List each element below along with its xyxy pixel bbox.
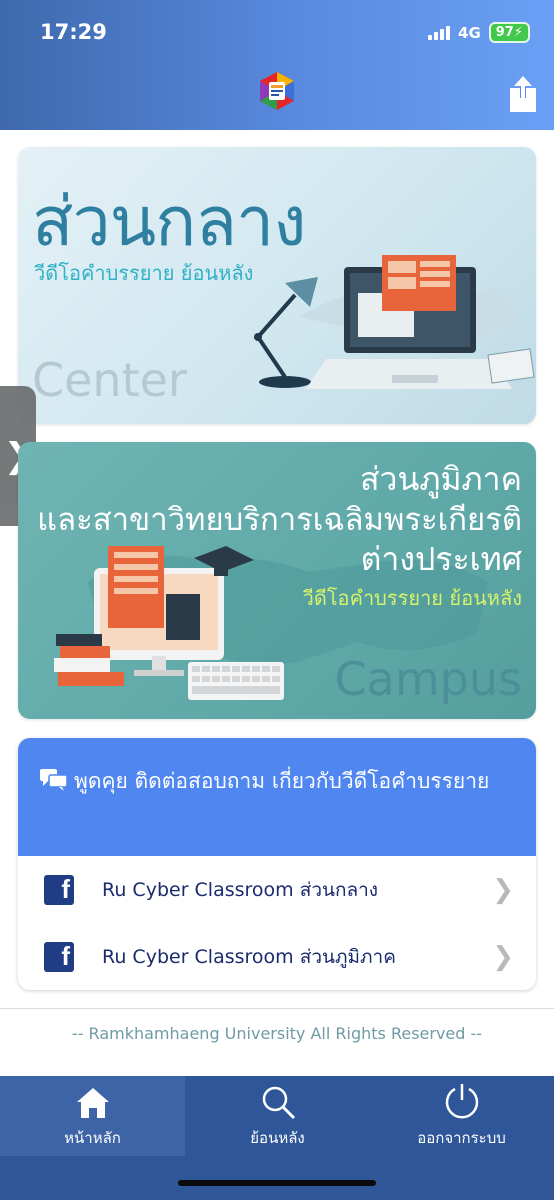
contact-item-campus[interactable]: f Ru Cyber Classroom ส่วนภูมิภาค ❯	[18, 923, 536, 990]
tab-history[interactable]: ย้อนหลัง	[185, 1076, 370, 1156]
footer-divider	[0, 1008, 554, 1009]
power-icon	[445, 1084, 478, 1119]
center-title-en: Center	[32, 353, 187, 407]
search-icon	[262, 1086, 295, 1120]
chat-bubbles-icon	[40, 769, 68, 791]
tab-home-label: หน้าหลัก	[64, 1129, 121, 1147]
campus-title-en: Campus	[334, 652, 522, 706]
tab-logout[interactable]: ออกจากระบบ	[369, 1076, 554, 1156]
contact-item-label: Ru Cyber Classroom ส่วนกลาง	[102, 878, 379, 901]
campus-line3: ต่างประเทศ	[360, 540, 522, 578]
battery-indicator: 97⚡	[488, 22, 530, 43]
ru-logo-icon	[260, 72, 294, 110]
signal-icon	[428, 25, 451, 40]
network-label: 4G	[458, 23, 481, 42]
campus-subtitle: วีดีโอคำบรรยาย ย้อนหลัง	[302, 586, 522, 610]
tab-history-label: ย้อนหลัง	[250, 1129, 305, 1147]
facebook-icon: f	[44, 874, 74, 905]
home-icon	[76, 1088, 109, 1118]
desk-lamp-laptop-illustration	[254, 255, 535, 389]
contact-header-text: พูดคุย ติดต่อสอบถาม เกี่ยวกับวีดีโอคำบรร…	[74, 769, 490, 793]
chevron-right-icon: ❯	[492, 941, 514, 972]
status-time: 17:29	[40, 20, 107, 44]
tab-logout-label: ออกจากระบบ	[417, 1129, 506, 1147]
status-indicators: 4G 97⚡	[428, 22, 530, 43]
center-banner[interactable]: ส่วนกลาง วีดีโอคำบรรยาย ย้อนหลัง Center	[18, 147, 536, 424]
contact-item-center[interactable]: f Ru Cyber Classroom ส่วนกลาง ❯	[18, 856, 536, 923]
chevron-right-icon: ❯	[492, 874, 514, 905]
keyboard-illustration	[188, 662, 284, 700]
facebook-icon: f	[44, 941, 74, 972]
contact-header: พูดคุย ติดต่อสอบถาม เกี่ยวกับวีดีโอคำบรร…	[18, 738, 536, 856]
contact-panel: พูดคุย ติดต่อสอบถาม เกี่ยวกับวีดีโอคำบรร…	[18, 738, 536, 990]
header: 17:29 4G 97⚡	[0, 0, 554, 130]
center-subtitle: วีดีโอคำบรรยาย ย้อนหลัง	[34, 261, 254, 285]
contact-item-label: Ru Cyber Classroom ส่วนภูมิภาค	[102, 945, 396, 968]
tab-home[interactable]: หน้าหลัก	[0, 1076, 185, 1156]
campus-banner[interactable]: ส่วนภูมิภาค และสาขาวิทยบริการเฉลิมพระเกี…	[18, 442, 536, 719]
copyright-text: -- Ramkhamhaeng University All Rights Re…	[71, 1024, 483, 1043]
home-indicator[interactable]	[178, 1180, 376, 1186]
share-icon[interactable]	[508, 76, 538, 114]
